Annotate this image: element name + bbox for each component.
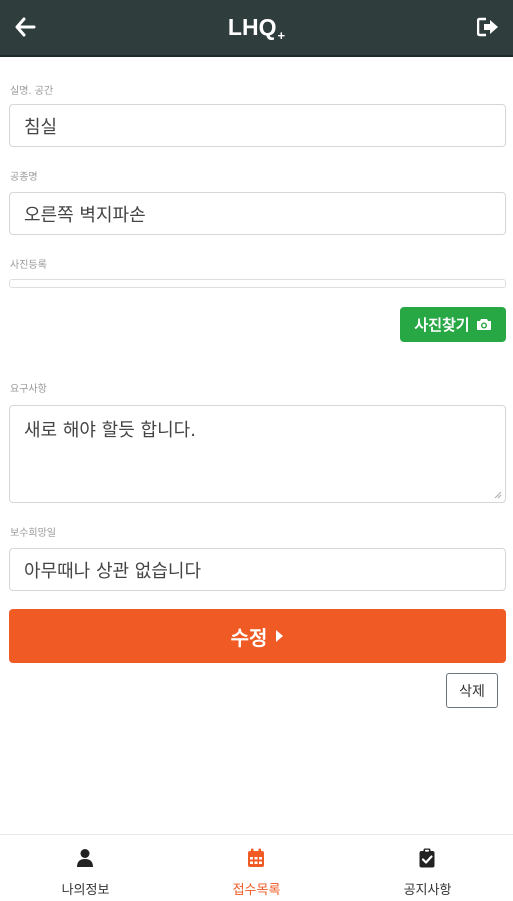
caret-right-icon — [276, 630, 284, 642]
app-title-suffix: + — [277, 28, 286, 43]
nav-label-notices: 공지사항 — [403, 883, 452, 898]
bottom-nav: 나의정보 접수목록 공지사항 — [0, 834, 513, 900]
edit-submit-button[interactable]: 수정 — [9, 609, 506, 663]
space-input[interactable]: 침실 — [9, 104, 506, 147]
top-bar: LHQ+ — [0, 0, 513, 57]
calendar-icon — [248, 848, 264, 867]
camera-icon — [476, 319, 491, 330]
nav-label-my-info: 나의정보 — [61, 883, 110, 898]
app-title-text: LHQ — [227, 14, 277, 40]
photo-list — [9, 279, 506, 288]
photo-label: 사진등록 — [10, 260, 47, 271]
logout-icon[interactable] — [477, 17, 499, 37]
nav-item-notices[interactable]: 공지사항 — [342, 835, 513, 901]
work-name-label: 공종명 — [10, 172, 38, 183]
work-name-input[interactable]: 오른쪽 벽지파손 — [9, 192, 506, 235]
request-label: 요구사항 — [10, 384, 47, 395]
resize-handle-icon[interactable] — [494, 491, 502, 499]
submit-label: 수정 — [230, 625, 268, 650]
request-textarea[interactable]: 새로 해야 할듯 합니다. — [9, 405, 506, 503]
repair-date-label: 보수희망일 — [10, 528, 56, 539]
repair-date-input[interactable]: 아무때나 상관 없습니다 — [9, 548, 506, 591]
nav-label-received-list: 접수목록 — [232, 883, 281, 898]
clipboard-check-icon — [419, 848, 435, 868]
nav-item-received-list[interactable]: 접수목록 — [171, 835, 342, 901]
app-title: LHQ+ — [0, 14, 513, 43]
space-label: 실명. 공간 — [10, 86, 54, 97]
nav-item-my-info[interactable]: 나의정보 — [0, 835, 171, 901]
find-photo-button[interactable]: 사진찾기 — [400, 307, 506, 342]
find-photo-label: 사진찾기 — [414, 316, 470, 334]
request-text: 새로 해야 할듯 합니다. — [24, 420, 196, 441]
user-icon — [77, 849, 93, 867]
delete-button[interactable]: 삭제 — [446, 673, 498, 708]
